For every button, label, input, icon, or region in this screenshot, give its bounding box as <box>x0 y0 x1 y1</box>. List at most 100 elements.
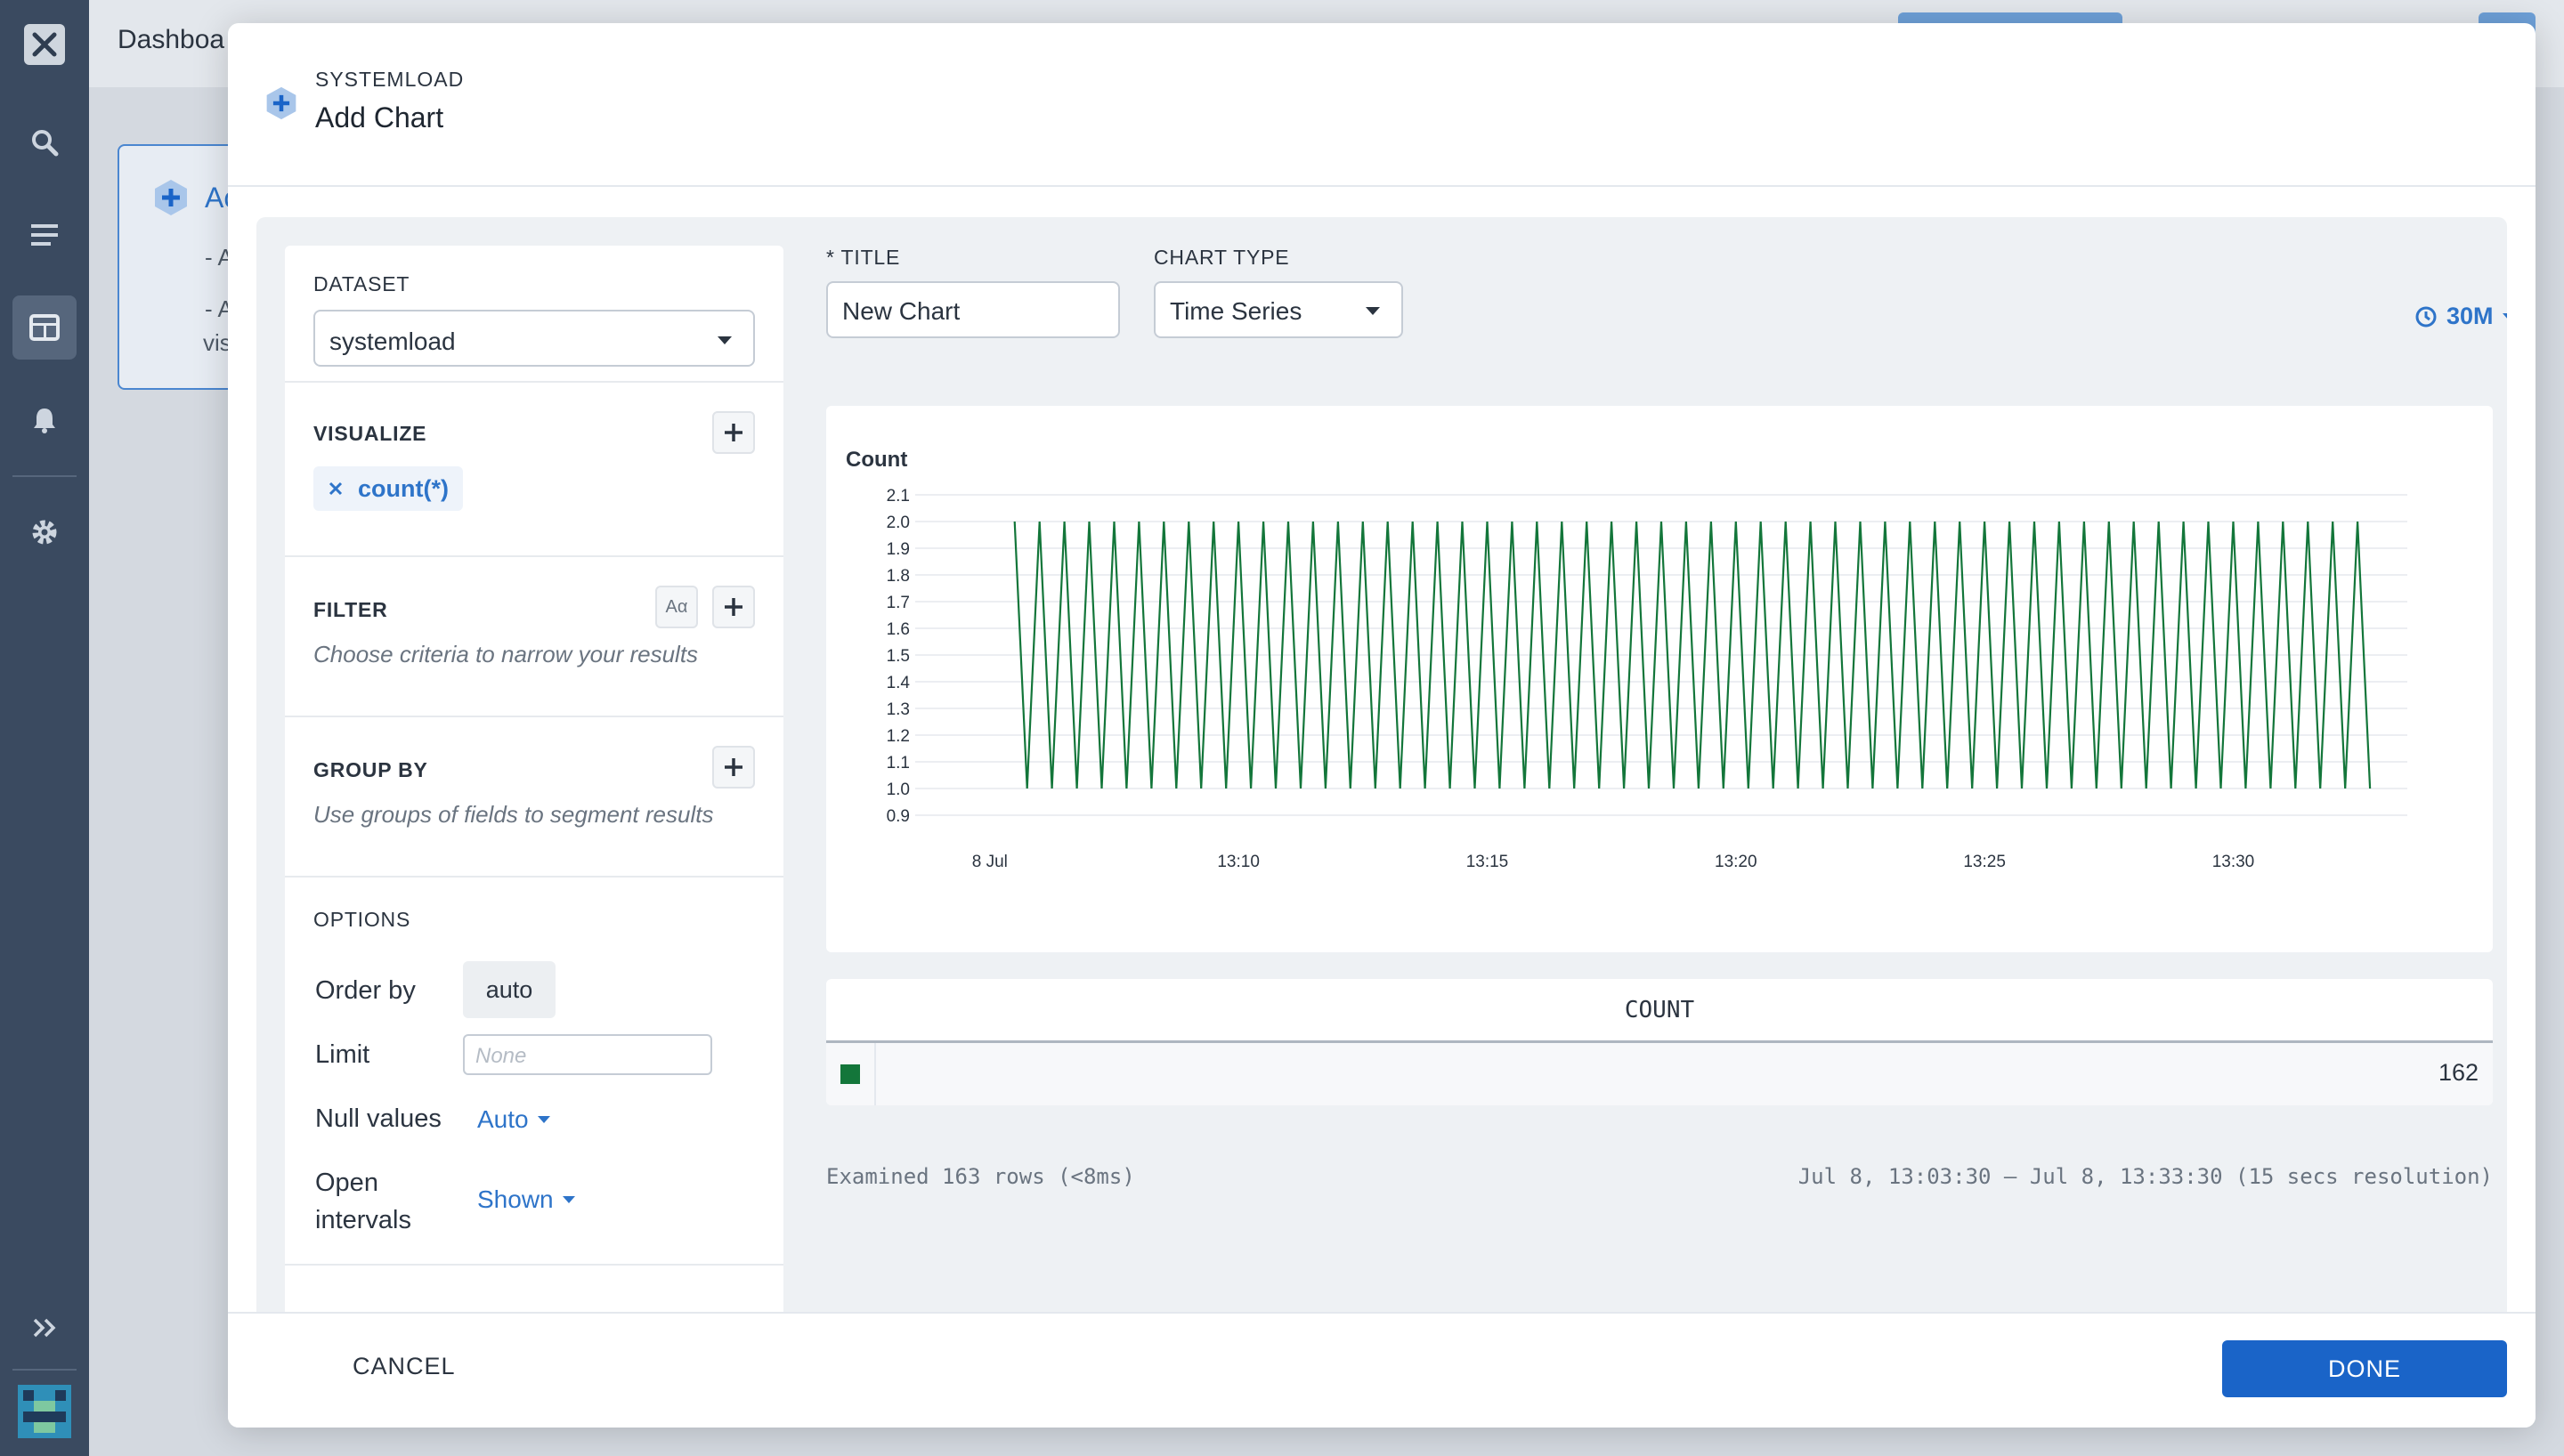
limit-label: Limit <box>315 1040 370 1069</box>
clock-icon <box>2415 306 2437 327</box>
gear-icon[interactable] <box>12 500 77 564</box>
filter-label: FILTER <box>313 598 388 621</box>
done-button[interactable]: DONE <box>2222 1340 2507 1397</box>
y-tick-label: 2.1 <box>887 487 910 506</box>
dashboard-title: Dashboa <box>118 25 225 54</box>
rail-divider-bottom <box>12 1369 77 1371</box>
title-label: * TITLE <box>826 246 901 269</box>
cancel-button[interactable]: CANCEL <box>353 1353 456 1380</box>
time-range-value: 30M <box>2446 303 2494 329</box>
y-tick-label: 1.4 <box>887 674 911 692</box>
caret-down-icon <box>718 336 732 344</box>
chart-panel: Count 2.1 2.0 1.9 1.8 1.7 1.6 1.5 1.4 1.3 1.2 1.1 1.… <box>826 406 2493 952</box>
modal-header: SYSTEMLOAD Add Chart <box>228 23 2536 187</box>
filter-hint: Choose criteria to narrow your results <box>313 641 699 667</box>
filter-section: FILTER Aα Choose criteria to narrow your… <box>285 557 783 717</box>
hex-plus-icon <box>264 85 299 125</box>
app-logo[interactable] <box>12 12 77 77</box>
dataset-select[interactable]: systemload <box>313 310 755 367</box>
table-header-count[interactable]: COUNT <box>826 979 2493 1043</box>
options-label: OPTIONS <box>313 908 411 931</box>
case-toggle-button[interactable]: Aα <box>655 586 698 628</box>
null-values-label: Null values <box>315 1104 442 1133</box>
modal-body: DATASET systemload VISUALIZE count(*) FI… <box>256 217 2507 1330</box>
caret-down-icon <box>1366 307 1380 315</box>
caret-down-icon <box>2502 312 2507 320</box>
list-icon[interactable] <box>12 203 77 267</box>
time-range-button[interactable]: 30M <box>2414 303 2507 330</box>
limit-input[interactable]: None <box>463 1034 712 1075</box>
x-tick-label: 13:15 <box>1466 853 1509 871</box>
x-tick-label: 13:30 <box>2212 853 2255 871</box>
y-tick-label: 1.8 <box>887 567 910 586</box>
logo-x-icon <box>24 24 65 65</box>
dashboards-icon[interactable] <box>12 295 77 360</box>
open-intervals-label-1: Open <box>315 1169 378 1197</box>
dataset-value: systemload <box>329 328 456 355</box>
chart-type-label: CHART TYPE <box>1154 246 1290 269</box>
visualize-chip-label: count(*) <box>358 474 449 502</box>
search-icon[interactable] <box>12 110 77 174</box>
chart-type-value: Time Series <box>1170 297 1302 325</box>
y-tick-label: 1.5 <box>887 647 910 666</box>
table-row[interactable]: 162 <box>826 1043 2493 1105</box>
modal-footer: CANCEL DONE <box>228 1312 2536 1428</box>
options-section: OPTIONS Order by auto Limit None Null va… <box>285 878 783 1266</box>
y-tick-label: 1.1 <box>887 754 910 772</box>
query-panel: DATASET systemload VISUALIZE count(*) FI… <box>285 246 783 1330</box>
time-series-chart: Count 2.1 2.0 1.9 1.8 1.7 1.6 1.5 1.4 1.3 1.2 1.1 1.… <box>846 448 2407 871</box>
order-by-label: Order by <box>315 976 416 1005</box>
y-tick-label: 2.0 <box>887 514 910 532</box>
y-tick-label: 1.0 <box>887 781 910 799</box>
y-tick-label: 1.2 <box>887 727 910 746</box>
null-values-select[interactable]: Auto <box>477 1105 550 1134</box>
modal-kicker: SYSTEMLOAD <box>315 68 465 91</box>
groupby-label: GROUP BY <box>313 758 428 781</box>
bell-icon[interactable] <box>12 388 77 452</box>
time-range-text: Jul 8, 13:03:30 — Jul 8, 13:33:30 (15 se… <box>1797 1164 2493 1189</box>
count-value: 162 <box>2438 1059 2479 1086</box>
add-groupby-button[interactable] <box>712 746 755 789</box>
summary-table: COUNT 162 <box>826 979 2493 1105</box>
add-chart-modal: SYSTEMLOAD Add Chart DATASET systemload … <box>228 23 2536 1428</box>
groupby-section: GROUP BY Use groups of fields to segment… <box>285 717 783 878</box>
card-line: vis <box>203 329 231 356</box>
x-tick-label: 13:10 <box>1217 853 1260 871</box>
visualize-section: VISUALIZE count(*) <box>285 383 783 557</box>
y-tick-label: 1.7 <box>887 594 910 612</box>
avatar[interactable] <box>18 1385 71 1438</box>
left-rail <box>0 0 89 1456</box>
y-axis-label: Count <box>846 448 907 472</box>
add-filter-button[interactable] <box>712 586 755 628</box>
column-divider <box>874 1043 876 1105</box>
order-by-select[interactable]: auto <box>463 961 556 1018</box>
y-tick-label: 1.9 <box>887 540 910 559</box>
dataset-label: DATASET <box>313 272 410 295</box>
visualize-chip[interactable]: count(*) <box>313 466 463 511</box>
remove-x-icon[interactable] <box>328 481 344 497</box>
open-intervals-label-2: intervals <box>315 1206 411 1234</box>
plus-icon <box>725 758 742 776</box>
x-tick-label: 8 Jul <box>972 853 1008 871</box>
add-visualize-button[interactable] <box>712 411 755 454</box>
groupby-hint: Use groups of fields to segment results <box>313 801 714 828</box>
expand-chevrons-icon[interactable] <box>12 1296 77 1360</box>
x-tick-label: 13:25 <box>1963 853 2006 871</box>
y-tick-label: 0.9 <box>887 807 910 826</box>
null-values-value: Auto <box>477 1105 529 1133</box>
hex-plus-icon <box>151 178 191 222</box>
modal-title: Add Chart <box>315 101 444 133</box>
plus-icon <box>725 424 742 441</box>
y-tick-label: 1.3 <box>887 700 910 719</box>
caret-down-icon <box>562 1196 575 1203</box>
chart-type-select[interactable]: Time Series <box>1154 281 1403 338</box>
open-intervals-select[interactable]: Shown <box>477 1185 575 1214</box>
y-tick-label: 1.6 <box>887 620 910 639</box>
examined-rows-text: Examined 163 rows (<8ms) <box>826 1164 1135 1189</box>
visualize-label: VISUALIZE <box>313 422 427 445</box>
open-intervals-value: Shown <box>477 1185 554 1213</box>
x-tick-label: 13:20 <box>1715 853 1757 871</box>
dataset-section: DATASET systemload <box>285 246 783 383</box>
title-input[interactable]: New Chart <box>826 281 1120 338</box>
caret-down-icon <box>537 1116 550 1123</box>
